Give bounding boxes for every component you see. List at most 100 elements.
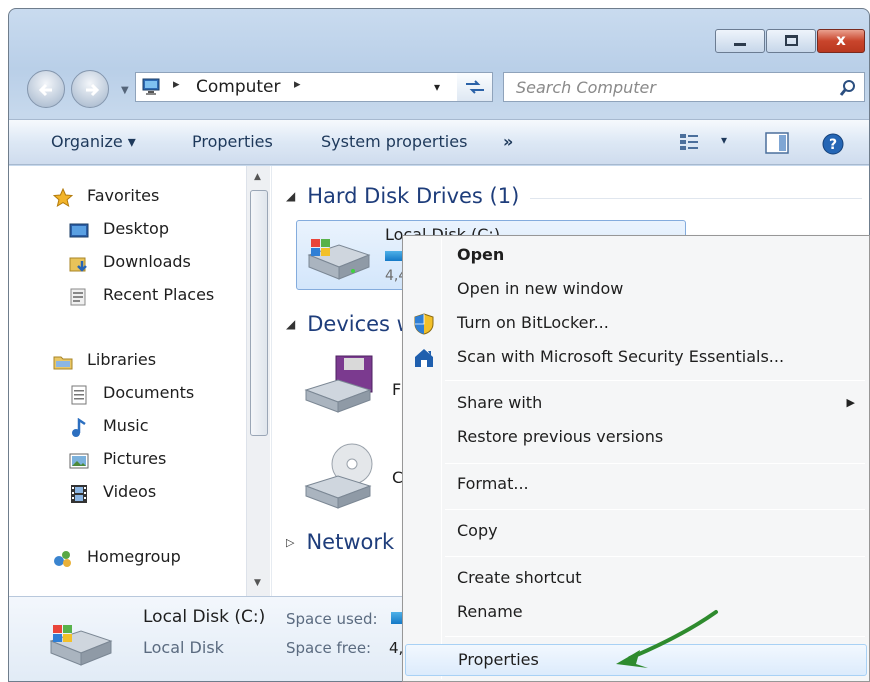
collapse-triangle-icon[interactable]: ◢ bbox=[286, 189, 295, 203]
group-devices-label: Devices w bbox=[307, 312, 414, 336]
svg-text:?: ? bbox=[829, 137, 837, 153]
search-icon[interactable] bbox=[838, 78, 858, 98]
menu-separator bbox=[445, 463, 865, 464]
system-properties-button[interactable]: System properties bbox=[321, 132, 467, 151]
libraries-icon bbox=[53, 356, 73, 370]
group-network[interactable]: ▷ Network l bbox=[286, 530, 407, 554]
refresh-icon bbox=[466, 80, 484, 94]
preview-pane-icon[interactable] bbox=[765, 132, 789, 154]
address-dropdown-icon[interactable]: ▾ bbox=[434, 80, 440, 94]
nav-libraries-label: Libraries bbox=[87, 350, 157, 369]
collapse-triangle-icon[interactable]: ◢ bbox=[286, 317, 295, 331]
annotation-arrow-icon bbox=[616, 610, 718, 668]
properties-button[interactable]: Properties bbox=[192, 132, 273, 151]
help-icon[interactable]: ? bbox=[821, 132, 845, 156]
nav-downloads-label: Downloads bbox=[103, 252, 191, 271]
menu-item-create-shortcut[interactable]: Create shortcut bbox=[405, 563, 867, 595]
menu-item-rename-label: Rename bbox=[457, 602, 523, 621]
change-view-icon[interactable] bbox=[679, 132, 701, 152]
nav-pictures-label: Pictures bbox=[103, 449, 167, 468]
documents-icon bbox=[71, 385, 87, 405]
nav-music-label: Music bbox=[103, 416, 149, 435]
nav-videos-label: Videos bbox=[103, 482, 157, 501]
desktop-icon bbox=[69, 223, 89, 238]
group-divider bbox=[530, 198, 862, 199]
menu-item-open[interactable]: Open bbox=[405, 240, 867, 272]
scrollbar-thumb[interactable] bbox=[250, 190, 268, 436]
menu-item-copy[interactable]: Copy bbox=[405, 516, 867, 548]
menu-item-bitlocker-label: Turn on BitLocker... bbox=[457, 313, 609, 332]
computer-icon bbox=[142, 78, 160, 95]
group-network-label: Network l bbox=[306, 530, 407, 554]
nav-homegroup-label: Homegroup bbox=[87, 547, 181, 566]
forward-button[interactable] bbox=[71, 70, 109, 108]
details-space-used-label: Space used: bbox=[286, 610, 378, 628]
videos-film-icon bbox=[71, 485, 87, 503]
scroll-down-icon[interactable]: ▼ bbox=[254, 578, 261, 588]
forward-arrow-icon bbox=[86, 83, 100, 97]
menu-item-scan[interactable]: Scan with Microsoft Security Essentials.… bbox=[405, 342, 867, 374]
command-bar: Organize ▾ Properties System properties … bbox=[9, 119, 869, 165]
details-drive-name: Local Disk (C:) bbox=[143, 607, 266, 627]
homegroup-icon bbox=[54, 551, 71, 567]
menu-item-share-with-label: Share with bbox=[457, 393, 543, 412]
maximize-button[interactable] bbox=[766, 29, 816, 53]
submenu-arrow-icon: ▶ bbox=[846, 396, 855, 409]
address-bar[interactable]: ▸ Computer ▸ ▾ bbox=[135, 72, 493, 102]
refresh-button[interactable] bbox=[457, 72, 493, 102]
menu-separator bbox=[445, 556, 865, 557]
security-essentials-icon bbox=[415, 349, 433, 367]
menu-item-bitlocker[interactable]: Turn on BitLocker... bbox=[405, 308, 867, 340]
hard-drive-windows-icon bbox=[49, 625, 113, 666]
menu-item-restore-label: Restore previous versions bbox=[457, 427, 664, 446]
downloads-folder-icon bbox=[69, 257, 87, 272]
menu-item-share-with[interactable]: Share with ▶ bbox=[405, 388, 867, 420]
navigation-pane: Favorites Desktop Downloads Recent Place… bbox=[9, 166, 271, 596]
search-input[interactable] bbox=[504, 73, 824, 101]
organize-button[interactable]: Organize ▾ bbox=[51, 132, 136, 151]
minimize-button[interactable] bbox=[715, 29, 765, 53]
nav-favorites-label: Favorites bbox=[87, 186, 160, 205]
menu-separator bbox=[445, 380, 865, 381]
group-devices[interactable]: ◢ Devices w bbox=[286, 312, 414, 336]
close-button[interactable]: x bbox=[817, 29, 865, 53]
menu-item-scan-label: Scan with Microsoft Security Essentials.… bbox=[457, 347, 785, 366]
scroll-up-icon[interactable]: ▲ bbox=[254, 172, 261, 182]
cd-drive-icon bbox=[304, 443, 373, 509]
navigation-scrollbar[interactable]: ▲ ▼ bbox=[246, 166, 270, 596]
menu-item-open-new-window-label: Open in new window bbox=[457, 279, 624, 298]
view-options-dropdown-icon[interactable]: ▾ bbox=[721, 133, 727, 147]
search-box[interactable] bbox=[503, 72, 865, 102]
expand-triangle-icon[interactable]: ▷ bbox=[286, 536, 294, 549]
details-space-free-label: Space free: bbox=[286, 639, 372, 657]
recent-pages-dropdown-icon[interactable]: ▼ bbox=[121, 85, 129, 96]
breadcrumb-separator[interactable]: ▸ bbox=[173, 77, 180, 92]
hard-drive-windows-icon bbox=[307, 239, 371, 280]
nav-documents-label: Documents bbox=[103, 383, 195, 402]
nav-desktop-label: Desktop bbox=[103, 219, 169, 238]
maximize-icon bbox=[785, 35, 798, 46]
menu-item-create-shortcut-label: Create shortcut bbox=[457, 568, 582, 587]
menu-item-open-new-window[interactable]: Open in new window bbox=[405, 274, 867, 306]
menu-item-restore-previous-versions[interactable]: Restore previous versions bbox=[405, 422, 867, 454]
back-button[interactable] bbox=[27, 70, 65, 108]
minimize-icon bbox=[734, 43, 746, 46]
menu-item-open-label: Open bbox=[457, 245, 505, 264]
close-icon: x bbox=[836, 31, 846, 49]
breadcrumb-separator[interactable]: ▸ bbox=[294, 77, 301, 92]
recent-places-icon bbox=[70, 288, 86, 306]
menu-item-copy-label: Copy bbox=[457, 521, 498, 540]
star-icon bbox=[53, 188, 73, 208]
group-hard-disk-drives-label: Hard Disk Drives (1) bbox=[307, 184, 520, 208]
menu-item-properties-label: Properties bbox=[458, 650, 539, 669]
more-commands-button[interactable]: » bbox=[503, 132, 513, 151]
group-hard-disk-drives[interactable]: ◢ Hard Disk Drives (1) bbox=[286, 184, 519, 208]
music-note-icon bbox=[72, 418, 86, 437]
menu-item-format[interactable]: Format... bbox=[405, 469, 867, 501]
menu-separator bbox=[445, 509, 865, 510]
uac-shield-icon bbox=[414, 313, 434, 335]
floppy-drive-icon bbox=[304, 355, 373, 413]
details-drive-type: Local Disk bbox=[143, 638, 224, 657]
nav-recent-places-label: Recent Places bbox=[103, 285, 215, 304]
breadcrumb-computer[interactable]: Computer bbox=[196, 77, 281, 97]
